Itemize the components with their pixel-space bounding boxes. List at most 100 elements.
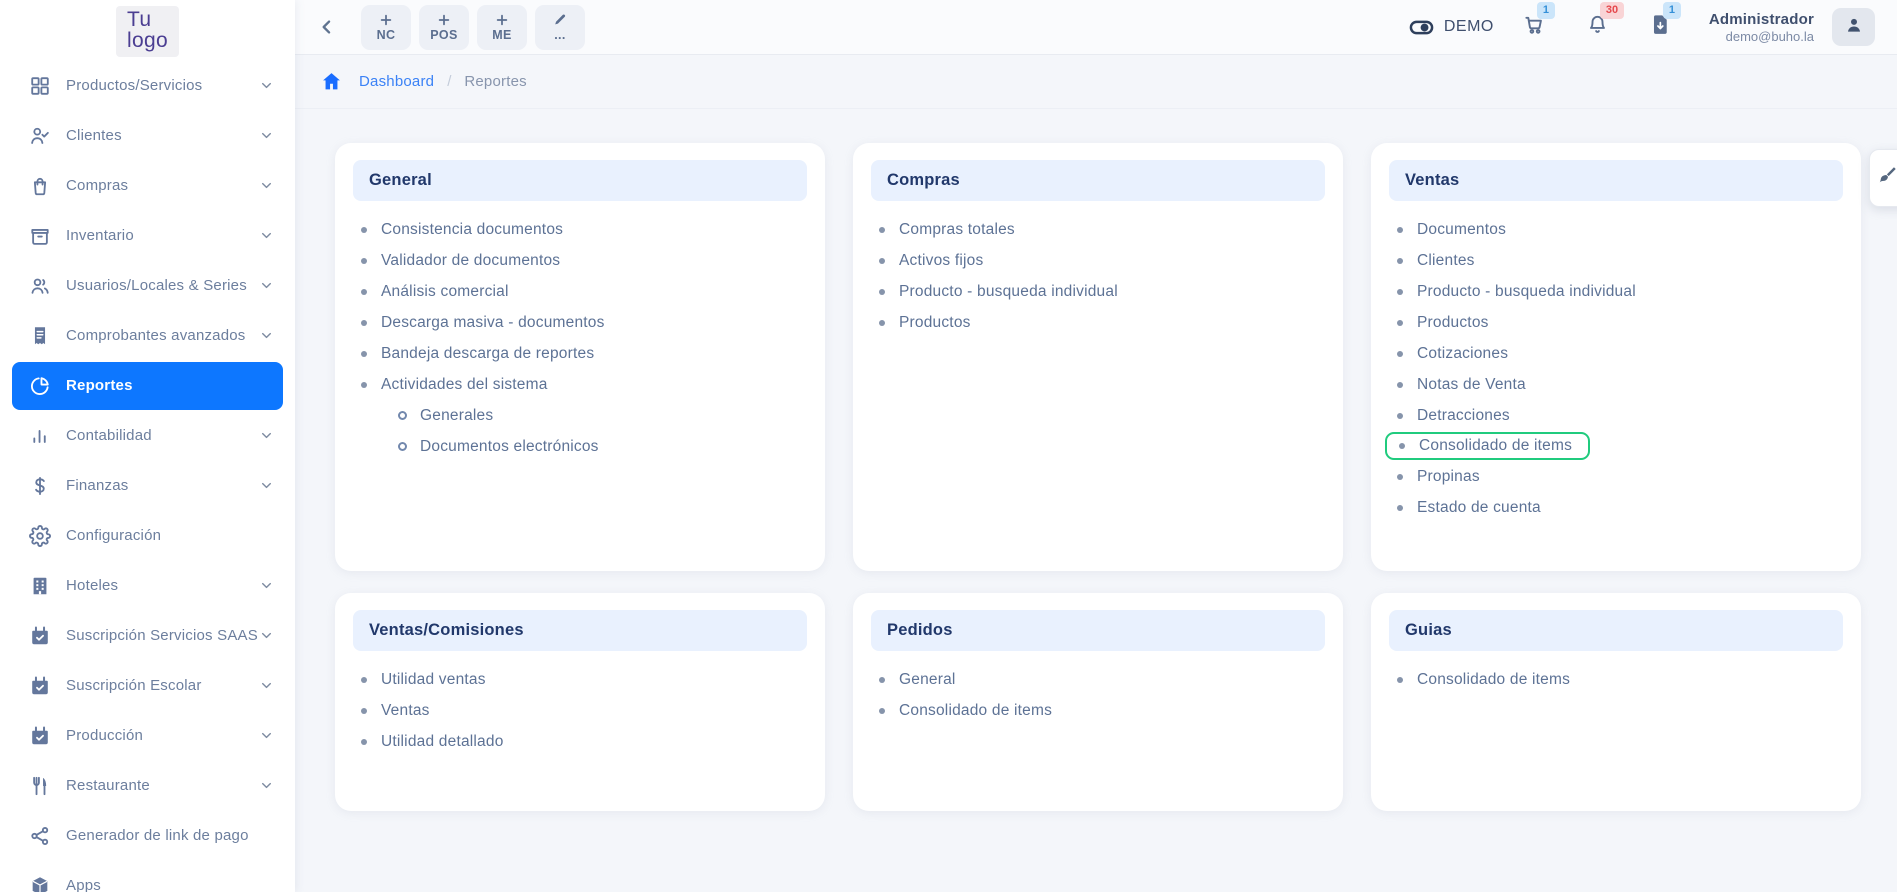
chevron-down-icon xyxy=(260,129,273,142)
report-link-consistencia-documentos[interactable]: Consistencia documentos xyxy=(359,214,563,245)
bullet-dot-icon xyxy=(361,350,367,357)
demo-toggle[interactable]: DEMO xyxy=(1408,14,1494,41)
back-chevron-icon[interactable] xyxy=(317,17,337,37)
sidebar-item-hoteles[interactable]: Hoteles xyxy=(0,561,295,611)
sidebar-item-generador-de-link-de-pago[interactable]: Generador de link de pago xyxy=(0,811,295,861)
sidebar-item-label: Reportes xyxy=(66,377,133,395)
card-title: Pedidos xyxy=(887,621,953,639)
sidebar-item-clientes[interactable]: Clientes xyxy=(0,111,295,161)
sidebar-item-productos-servicios[interactable]: Productos/Servicios xyxy=(0,61,295,111)
report-link-label: General xyxy=(899,670,956,688)
report-link-consolidado-de-items[interactable]: Consolidado de items xyxy=(1385,432,1591,460)
notifications-button[interactable]: 30 xyxy=(1586,2,1625,41)
card-header: Ventas/Comisiones xyxy=(353,610,807,651)
report-link-validador-de-documentos[interactable]: Validador de documentos xyxy=(359,245,560,276)
report-sublink-documentos-electronicos[interactable]: Documentos electrónicos xyxy=(398,431,599,462)
calendar-check-icon xyxy=(28,675,52,697)
card-title: Ventas/Comisiones xyxy=(369,621,524,639)
report-link-notas-de-venta[interactable]: Notas de Venta xyxy=(1395,369,1526,400)
report-link-producto-busqueda-individual[interactable]: Producto - busqueda individual xyxy=(1395,276,1636,307)
report-link-actividades-del-sistema[interactable]: Actividades del sistema xyxy=(359,369,548,400)
building-icon xyxy=(28,575,52,597)
bullet-dot-icon xyxy=(1397,350,1403,357)
sidebar-item-reportes[interactable]: Reportes xyxy=(12,361,283,410)
sidebar-item-finanzas[interactable]: Finanzas xyxy=(0,461,295,511)
pie-chart-icon xyxy=(28,375,52,397)
report-link-label: Consolidado de items xyxy=(1417,670,1571,688)
quick-actions: NC POS ME... xyxy=(361,4,585,50)
quick-action-more-button[interactable]: ... xyxy=(535,4,585,50)
cart-button[interactable]: 1 xyxy=(1523,2,1555,41)
downloads-button[interactable]: 1 xyxy=(1649,2,1681,41)
report-link-general[interactable]: General xyxy=(877,664,956,695)
sidebar-item-suscripcion-servicios-saas[interactable]: Suscripción Servicios SAAS xyxy=(0,611,295,661)
sidebar-item-label: Generador de link de pago xyxy=(66,827,249,845)
sidebar-item-inventario[interactable]: Inventario xyxy=(0,211,295,261)
report-link-label: Análisis comercial xyxy=(381,282,509,300)
quick-action-pos-button[interactable]: POS xyxy=(419,4,469,50)
quick-action-nc-button[interactable]: NC xyxy=(361,4,411,50)
sidebar-item-apps[interactable]: Apps xyxy=(0,861,295,892)
report-link-label: Utilidad ventas xyxy=(381,670,486,688)
cube-icon xyxy=(28,875,52,892)
report-sublink-generales[interactable]: Generales xyxy=(398,400,493,431)
report-link-descarga-masiva-documentos[interactable]: Descarga masiva - documentos xyxy=(359,307,605,338)
report-link-activos-fijos[interactable]: Activos fijos xyxy=(877,245,983,276)
report-link-detracciones[interactable]: Detracciones xyxy=(1395,400,1510,431)
sidebar-item-suscripcion-escolar[interactable]: Suscripción Escolar xyxy=(0,661,295,711)
report-link-propinas[interactable]: Propinas xyxy=(1395,461,1480,492)
bar-chart-icon xyxy=(28,425,52,447)
breadcrumb-link-dashboard[interactable]: Dashboard xyxy=(359,73,434,90)
sidebar-item-configuracion[interactable]: Configuración xyxy=(0,511,295,561)
report-link-consolidado-de-items[interactable]: Consolidado de items xyxy=(877,695,1052,726)
report-link-label: Clientes xyxy=(1417,251,1475,269)
theme-customizer-button[interactable] xyxy=(1869,149,1897,207)
user-email: demo@buho.la xyxy=(1725,28,1814,44)
report-link-ventas[interactable]: Ventas xyxy=(359,695,430,726)
bullet-dot-icon xyxy=(361,319,367,326)
report-link-productos[interactable]: Productos xyxy=(1395,307,1489,338)
sidebar-item-label: Productos/Servicios xyxy=(66,77,203,95)
sidebar-item-produccion[interactable]: Producción xyxy=(0,711,295,761)
card-title: General xyxy=(369,171,432,189)
card-header: Ventas xyxy=(1389,160,1843,201)
report-list-row: Clientes xyxy=(1395,245,1843,276)
home-icon[interactable] xyxy=(320,70,343,93)
report-link-estado-de-cuenta[interactable]: Estado de cuenta xyxy=(1395,492,1541,523)
report-link-label: Descarga masiva - documentos xyxy=(381,313,605,331)
report-link-producto-busqueda-individual[interactable]: Producto - busqueda individual xyxy=(877,276,1118,307)
quick-action-me-button[interactable]: ME xyxy=(477,4,527,50)
report-link-utilidad-ventas[interactable]: Utilidad ventas xyxy=(359,664,486,695)
report-list-row: Consistencia documentos xyxy=(359,214,807,245)
sidebar-item-comprobantes-avanzados[interactable]: Comprobantes avanzados xyxy=(0,311,295,361)
report-link-documentos[interactable]: Documentos xyxy=(1395,214,1506,245)
bullet-dot-icon xyxy=(361,226,367,233)
report-link-compras-totales[interactable]: Compras totales xyxy=(877,214,1015,245)
breadcrumb: Dashboard / Reportes xyxy=(295,55,1897,109)
report-link-consolidado-de-items[interactable]: Consolidado de items xyxy=(1395,664,1570,695)
chevron-down-icon xyxy=(260,729,273,742)
report-link-clientes[interactable]: Clientes xyxy=(1395,245,1475,276)
report-link-analisis-comercial[interactable]: Análisis comercial xyxy=(359,276,509,307)
logo[interactable]: Tu logo xyxy=(116,6,179,57)
report-list: Consistencia documentos Validador de docu… xyxy=(353,214,807,462)
report-link-label: Documentos xyxy=(1417,220,1507,238)
report-link-utilidad-detallado[interactable]: Utilidad detallado xyxy=(359,726,504,757)
sidebar-item-restaurante[interactable]: Restaurante xyxy=(0,761,295,811)
bullet-dot-icon xyxy=(1397,226,1403,233)
chevron-down-icon xyxy=(260,429,273,442)
report-link-productos[interactable]: Productos xyxy=(877,307,971,338)
sidebar-item-contabilidad[interactable]: Contabilidad xyxy=(0,411,295,461)
sidebar-item-compras[interactable]: Compras xyxy=(0,161,295,211)
bullet-dot-icon xyxy=(1399,443,1405,449)
sidebar-item-label: Hoteles xyxy=(66,577,119,595)
card-header: Compras xyxy=(871,160,1325,201)
report-link-label: Propinas xyxy=(1417,467,1480,485)
sidebar-item-usuarios-locales-series[interactable]: Usuarios/Locales & Series xyxy=(0,261,295,311)
utensils-icon xyxy=(28,775,52,797)
report-link-cotizaciones[interactable]: Cotizaciones xyxy=(1395,338,1508,369)
report-link-label: Ventas xyxy=(381,701,430,719)
report-link-bandeja-descarga-de-reportes[interactable]: Bandeja descarga de reportes xyxy=(359,338,594,369)
avatar[interactable] xyxy=(1832,8,1875,46)
card-title: Ventas xyxy=(1405,171,1460,189)
